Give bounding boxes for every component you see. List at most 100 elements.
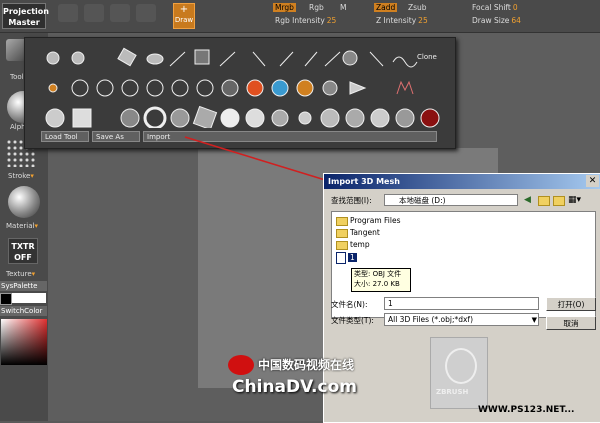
tool-icon	[271, 79, 289, 97]
dialog-titlebar[interactable]: Import 3D Mesh ✕	[324, 174, 600, 189]
syspalette-label: SysPalette	[1, 282, 38, 290]
projection-master-label-1: Projection	[3, 7, 49, 16]
stroke-label: Stroke	[8, 172, 31, 180]
stroke-menu[interactable]: Stroke▾	[8, 172, 34, 180]
site-watermark: ChinaDV.com	[232, 377, 357, 397]
main-color-swatch[interactable]	[0, 293, 12, 305]
tool-menu[interactable]: Tool	[10, 73, 24, 81]
tool-icon	[194, 49, 210, 65]
tool-icon	[392, 56, 418, 68]
tool-icon	[71, 51, 85, 65]
zsub-toggle[interactable]: Zsub	[406, 3, 429, 12]
clone-button[interactable]: Clone	[417, 53, 437, 61]
filename-label: 文件名(N):	[331, 300, 368, 309]
projection-master-button[interactable]: Projection Master	[2, 3, 49, 29]
draw-button[interactable]: + Draw	[173, 3, 195, 29]
tooltip-size: 大小: 27.0 KB	[354, 280, 400, 288]
tool-icons-grid	[45, 47, 440, 128]
tool-icon	[298, 111, 312, 125]
load-tool-button[interactable]: Load Tool	[41, 131, 89, 142]
rgb-intensity-label: Rgb Intensity	[275, 16, 325, 25]
import-button[interactable]: Import	[143, 131, 437, 142]
lookin-combo[interactable]: 本地磁盘 (D:)	[384, 194, 518, 206]
back-icon[interactable]: ◀	[524, 195, 531, 205]
m-toggle[interactable]: M	[338, 3, 348, 12]
switchcolor-button[interactable]: SwitchColor	[0, 306, 47, 316]
tool-icon	[146, 79, 164, 97]
focal-shift-label: Focal Shift	[472, 3, 511, 12]
close-icon[interactable]: ✕	[586, 175, 599, 187]
tool-icon	[169, 51, 186, 67]
dialog-title: Import 3D Mesh	[328, 177, 400, 186]
tool-icon	[370, 108, 390, 128]
lookin-label: 查找范围(I):	[331, 196, 372, 205]
tool-icon	[395, 108, 415, 128]
mrgb-label: Mrgb	[273, 3, 296, 12]
folder-icon	[336, 216, 348, 226]
zbrush-brand-label: ZBRUSH	[436, 388, 469, 396]
z-intensity-label: Z Intensity	[376, 16, 417, 25]
save-as-button[interactable]: Save As	[92, 131, 140, 142]
folder-icon	[336, 240, 348, 250]
tool-icon	[96, 79, 114, 97]
tool-icon	[420, 108, 440, 128]
tool-icon	[71, 79, 89, 97]
faint-toolbar-icon[interactable]	[110, 4, 130, 22]
zbrush-logo-icon	[445, 348, 477, 384]
preview-pane: ZBRUSH	[430, 337, 488, 409]
draw-size-label: Draw Size	[472, 16, 510, 25]
draw-size-value: 64	[511, 16, 521, 25]
faint-toolbar-icon[interactable]	[136, 4, 156, 22]
texture-menu[interactable]: Texture▾	[6, 270, 35, 278]
tool-icon	[369, 51, 384, 67]
color-picker[interactable]	[1, 319, 47, 365]
zadd-toggle[interactable]: Zadd	[374, 3, 398, 12]
syspalette-button[interactable]: SysPalette	[0, 281, 47, 291]
filetype-select[interactable]: All 3D Files (*.obj;*dxf) ▼	[384, 313, 539, 326]
file-item[interactable]: 1	[336, 252, 357, 264]
material-sphere-icon[interactable]	[8, 186, 40, 218]
folder-item[interactable]: temp	[336, 240, 370, 250]
up-folder-icon[interactable]	[538, 196, 550, 206]
tool-icon	[252, 51, 266, 67]
tool-icon	[221, 79, 239, 97]
filename-input[interactable]: 1	[384, 297, 539, 310]
tool-icon	[45, 108, 65, 128]
rgb-intensity-slider[interactable]: Rgb Intensity 25	[273, 16, 336, 25]
draw-label: Draw	[174, 16, 194, 24]
folder-item[interactable]: Tangent	[336, 228, 380, 238]
new-folder-icon[interactable]	[553, 196, 565, 206]
tool-icon	[170, 108, 190, 128]
secondary-color-swatch[interactable]	[12, 293, 46, 303]
txtr-off-button[interactable]: TXTR OFF	[8, 238, 38, 264]
cn-site-watermark: 中国数码视频在线	[258, 358, 355, 372]
rgb-toggle[interactable]: Rgb	[307, 3, 326, 12]
material-menu[interactable]: Material▾	[6, 222, 38, 230]
tool-icon	[322, 80, 338, 96]
off-label: OFF	[14, 253, 32, 262]
view-menu-icon[interactable]: ▦▾	[568, 195, 581, 205]
tool-icon	[117, 47, 137, 67]
folder-label: temp	[350, 240, 370, 249]
draw-size-slider[interactable]: Draw Size 64	[470, 16, 521, 25]
tool-icon	[320, 108, 340, 128]
focal-shift-slider[interactable]: Focal Shift 0	[470, 3, 518, 12]
folder-item[interactable]: Program Files	[336, 216, 401, 226]
rgb-intensity-value: 25	[326, 16, 337, 25]
tool-icon	[146, 53, 164, 65]
tool-icon	[219, 51, 236, 67]
cancel-button[interactable]: 取消	[546, 316, 596, 330]
mrgb-toggle[interactable]: Mrgb	[273, 3, 296, 12]
txtr-label: TXTR	[11, 242, 35, 251]
material-label: Material	[6, 222, 35, 230]
tool-icon	[345, 108, 365, 128]
open-button[interactable]: 打开(O)	[546, 297, 596, 311]
tool-icon	[220, 108, 240, 128]
z-intensity-slider[interactable]: Z Intensity 25	[374, 16, 428, 25]
faint-toolbar-icon[interactable]	[84, 4, 104, 22]
tooltip-type: 类型: OBJ 文件	[354, 270, 402, 278]
tool-icon	[192, 105, 218, 128]
tool-icon	[196, 79, 214, 97]
m-label: M	[340, 3, 347, 12]
faint-toolbar-icon[interactable]	[58, 4, 78, 22]
